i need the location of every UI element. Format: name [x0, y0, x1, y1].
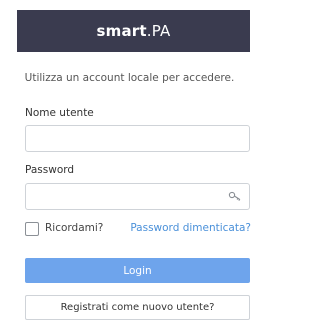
brand-suffix: .PA [146, 22, 171, 40]
brand-logo: smart.PA [97, 22, 171, 40]
login-button[interactable]: Login [25, 258, 250, 283]
register-button[interactable]: Registrati come nuovo utente? [25, 295, 250, 320]
remember-checkbox[interactable] [25, 222, 39, 236]
remember-row: Ricordami? Password dimenticata? [25, 222, 251, 237]
app-header: smart.PA [17, 10, 250, 52]
forgot-password-link[interactable]: Password dimenticata? [130, 222, 251, 234]
username-input[interactable] [25, 125, 250, 152]
username-label: Nome utente [25, 107, 94, 119]
password-label: Password [25, 164, 75, 176]
password-input[interactable] [25, 183, 250, 210]
key-icon[interactable] [228, 190, 242, 202]
remember-label[interactable]: Ricordami? [45, 222, 103, 234]
login-subtitle: Utilizza un account locale per accedere. [24, 72, 235, 84]
brand-name: smart [96, 22, 147, 40]
